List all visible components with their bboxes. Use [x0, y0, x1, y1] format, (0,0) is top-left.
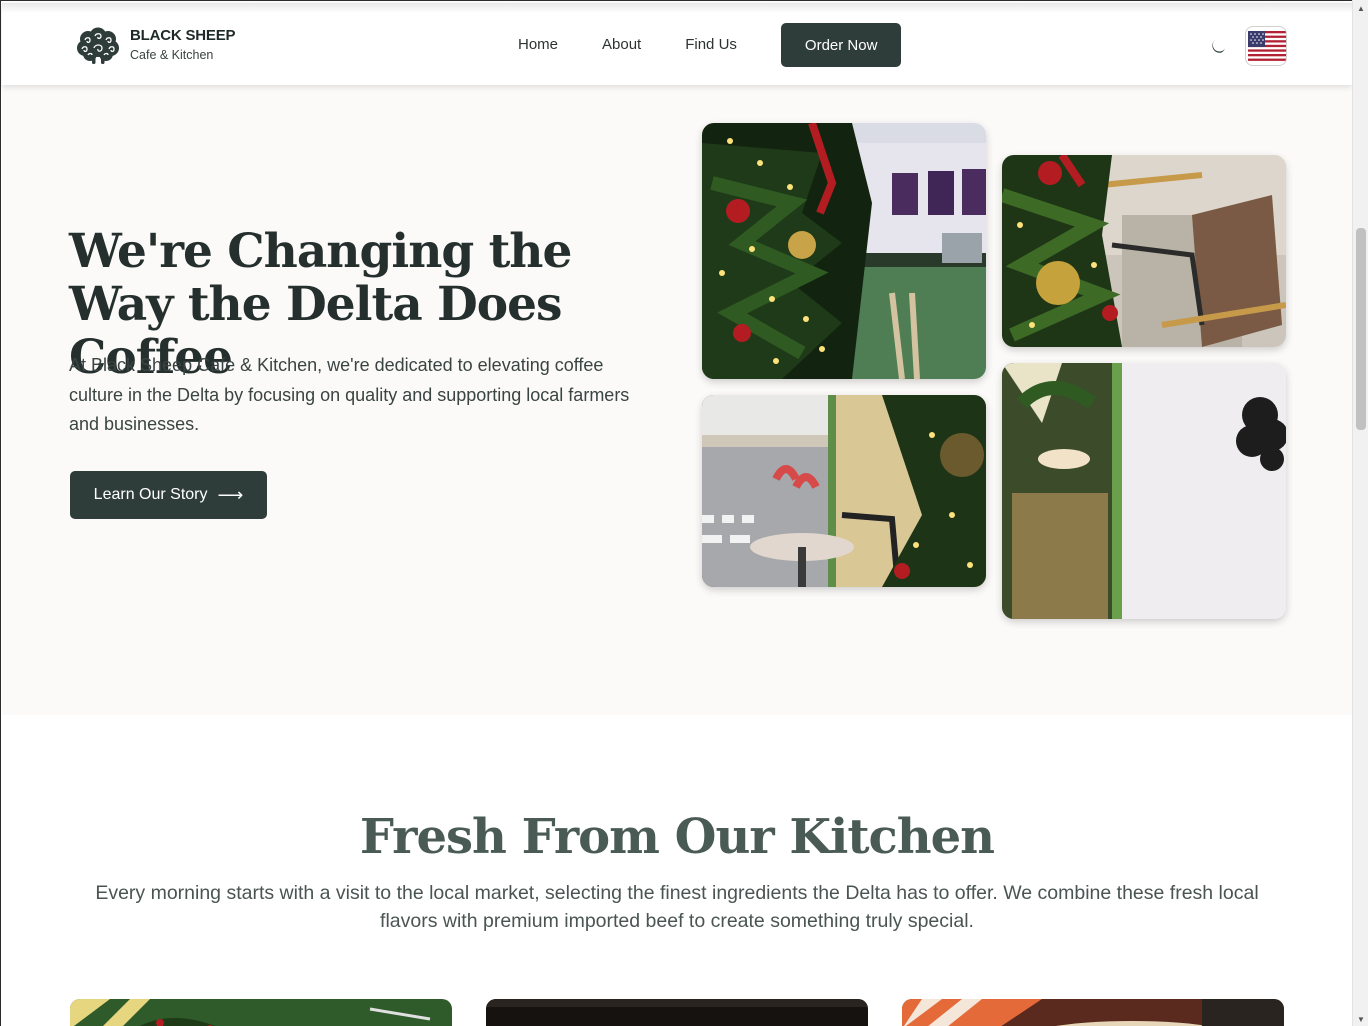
brand-logo[interactable]: BLACK SHEEP Cafe & Kitchen: [76, 27, 236, 65]
brand-text: BLACK SHEEP Cafe & Kitchen: [130, 27, 236, 63]
site-header: BLACK SHEEP Cafe & Kitchen Home About Fi…: [2, 3, 1352, 85]
christmas-tree-counter-image: [702, 123, 986, 379]
cafe-interior-photo: [702, 123, 986, 379]
entrance-logo-photo: [1002, 363, 1286, 619]
nav-link-home[interactable]: Home: [502, 23, 574, 67]
scrollbar-thumb[interactable]: [1356, 228, 1366, 430]
kitchen-card-image: [902, 999, 1284, 1026]
learn-our-story-label: Learn Our Story: [93, 486, 208, 503]
language-switcher[interactable]: [1245, 26, 1287, 66]
arrow-right-icon: ⟶: [217, 484, 244, 505]
kitchen-card-image: [486, 999, 868, 1026]
hero-section: We're Changing the Way the Delta Does Co…: [2, 85, 1352, 715]
window-seat-photo: [702, 395, 986, 587]
nav-link-find-us[interactable]: Find Us: [669, 23, 753, 67]
hero-description: At Black Sheep Cafe & Kitchen, we're ded…: [69, 355, 630, 434]
kitchen-section-title: Fresh From Our Kitchen: [359, 809, 995, 865]
kitchen-card-photo: [486, 999, 868, 1026]
brand-name: BLACK SHEEP: [130, 27, 236, 44]
scroll-down-arrow-icon[interactable]: ▼: [1357, 1015, 1365, 1024]
learn-our-story-button[interactable]: Learn Our Story ⟶: [70, 471, 267, 519]
kitchen-card-photo: [70, 999, 452, 1026]
kitchen-card-photo: [902, 999, 1284, 1026]
kitchen-section-description: Every morning starts with a visit to the…: [95, 882, 1259, 932]
scroll-up-arrow-icon[interactable]: ▲: [1357, 4, 1365, 13]
entrance-logo-image: [1002, 363, 1286, 619]
chairs-ornament-photo: [1002, 155, 1286, 347]
moon-icon[interactable]: [1208, 36, 1228, 56]
nav-link-about[interactable]: About: [586, 23, 657, 67]
kitchen-card-image: [70, 999, 452, 1026]
order-now-button[interactable]: Order Now: [780, 23, 902, 67]
sheep-logo-icon: [77, 27, 119, 64]
browser-viewport: BLACK SHEEP Cafe & Kitchen Home About Fi…: [0, 0, 1352, 1026]
main-nav: Home About Find Us Order Now: [502, 23, 902, 67]
us-flag-icon: [1248, 31, 1286, 61]
brand-tagline: Cafe & Kitchen: [130, 48, 214, 62]
chairs-ornament-image: [1002, 155, 1286, 347]
window-seat-image: [702, 395, 986, 587]
page-scrollbar[interactable]: ▲ ▼: [1352, 0, 1368, 1026]
